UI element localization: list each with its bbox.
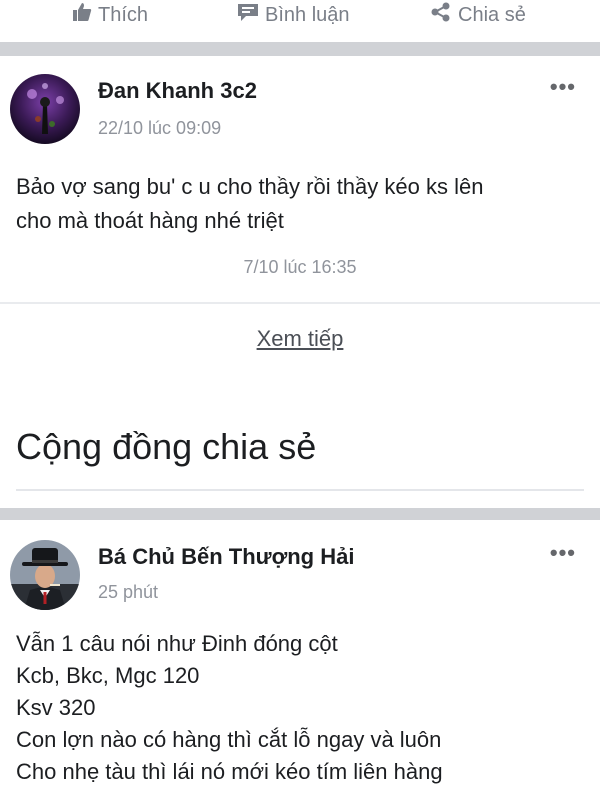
see-more-link-container: Xem tiếp (0, 326, 600, 352)
post-action-bar: Thích Bình luận Chia sẻ (0, 0, 600, 42)
like-button[interactable]: Thích (72, 0, 148, 30)
avatar[interactable] (10, 540, 80, 610)
comment-card: Đan Khanh 3c2 22/10 lúc 09:09 ••• Bảo vợ… (0, 56, 600, 302)
post-timestamp[interactable]: 22/10 lúc 09:09 (98, 118, 221, 139)
post-timestamp[interactable]: 25 phút (98, 582, 158, 603)
avatar[interactable] (10, 74, 80, 144)
share-icon (430, 2, 452, 28)
reply-timestamp: 7/10 lúc 16:35 (243, 257, 357, 277)
comment-button[interactable]: Bình luận (237, 0, 350, 30)
see-more-link[interactable]: Xem tiếp (257, 326, 344, 351)
share-button[interactable]: Chia sẻ (430, 0, 526, 30)
feed-separator (0, 508, 600, 520)
divider (0, 302, 600, 304)
post-card: Bá Chủ Bến Thượng Hải 25 phút ••• Vẫn 1 … (0, 520, 600, 800)
author-name[interactable]: Bá Chủ Bến Thượng Hải (98, 544, 354, 570)
comment-label: Bình luận (265, 3, 350, 26)
more-options-icon[interactable]: ••• (550, 74, 576, 100)
post-text: Vẫn 1 câu nói như Đinh đóng cột Kcb, Bkc… (16, 631, 443, 784)
share-label: Chia sẻ (458, 3, 526, 26)
section-divider (16, 489, 584, 491)
comment-bubble-icon (237, 2, 259, 28)
more-options-icon[interactable]: ••• (550, 540, 576, 566)
feed-separator (0, 42, 600, 56)
comment-text: Bảo vợ sang bu' c u cho thầy rồi thầy ké… (16, 174, 484, 233)
section-title: Cộng đồng chia sẻ (16, 426, 317, 467)
thumbs-up-icon (72, 2, 92, 28)
like-label: Thích (98, 3, 149, 26)
author-name[interactable]: Đan Khanh 3c2 (98, 78, 257, 104)
